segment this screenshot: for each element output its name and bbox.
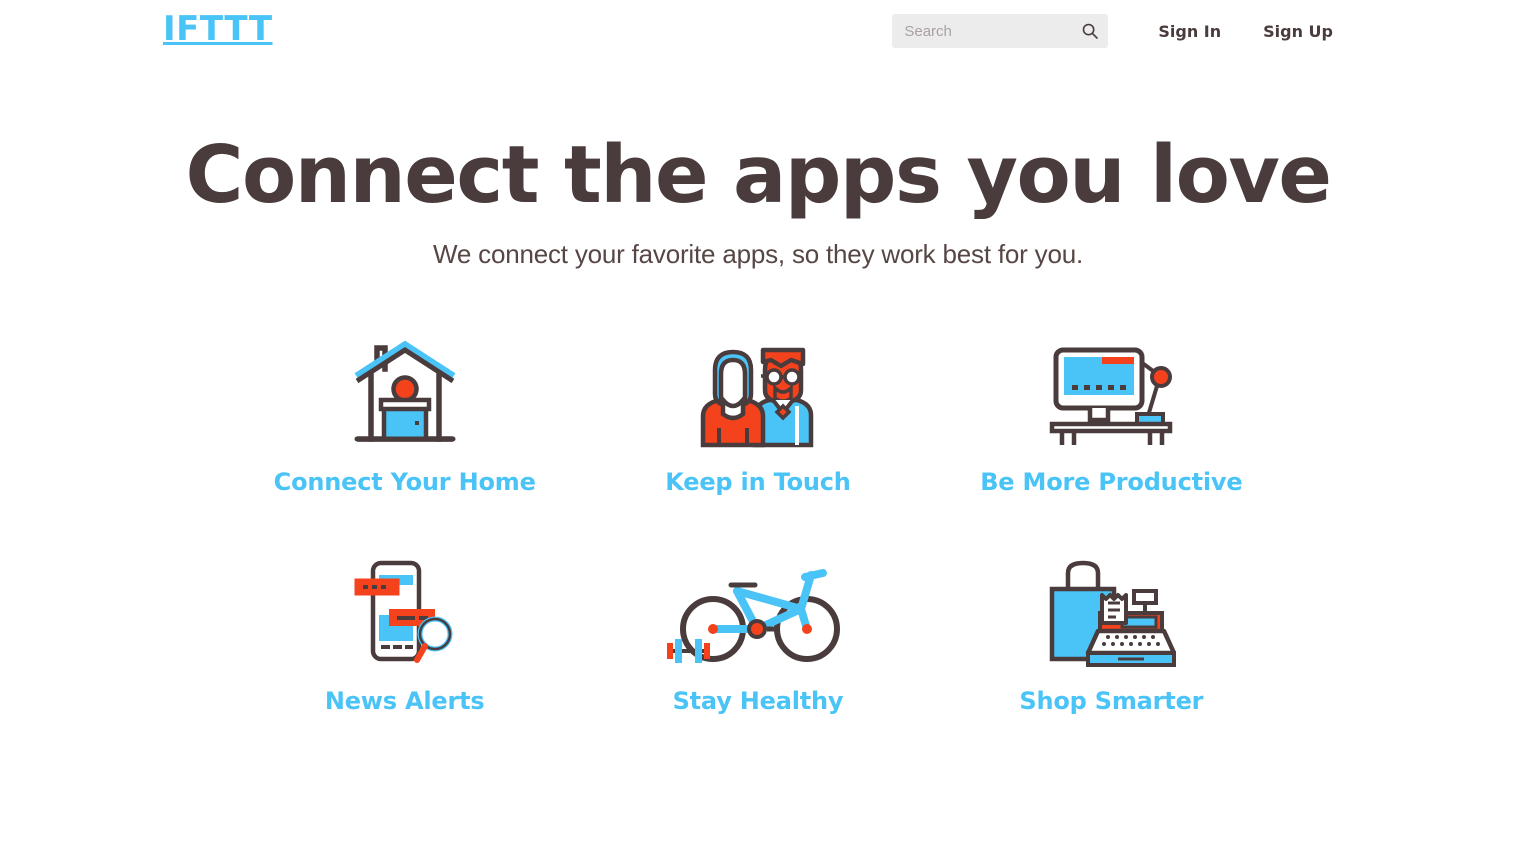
desktop-icon [1048,334,1174,454]
category-card-be-more-productive[interactable]: Be More Productive [935,328,1288,547]
category-label: News Alerts [324,686,485,715]
sign-in-link[interactable]: Sign In [1158,22,1221,41]
site-header: IFTTT Sign In Sign Up [0,0,1516,62]
category-card-shop-smarter[interactable]: Shop Smarter [935,547,1288,766]
sign-up-link[interactable]: Sign Up [1263,22,1333,41]
shopping-register-icon [1046,553,1177,673]
page-subtitle: We connect your favorite apps, so they w… [432,238,1083,269]
category-card-connect-your-home[interactable]: Connect Your Home [228,328,581,547]
header-nav: Sign In Sign Up [892,14,1516,48]
category-grid: Connect Your Home Keep in Touch Be More … [228,328,1288,766]
hero-section: Connect the apps you love We connect you… [0,134,1516,270]
category-label: Stay Healthy [672,686,844,715]
ifttt-logo[interactable]: IFTTT [163,12,273,46]
page-title: Connect the apps you love [185,129,1332,221]
house-icon [349,334,461,454]
category-label: Shop Smarter [1019,686,1204,715]
category-label: Keep in Touch [665,467,851,496]
category-label: Connect Your Home [273,467,536,496]
people-icon [693,334,823,454]
phone-notification-icon [349,553,461,673]
category-card-keep-in-touch[interactable]: Keep in Touch [581,328,934,547]
bicycle-icon [665,553,851,673]
category-card-stay-healthy[interactable]: Stay Healthy [581,547,934,766]
search-input[interactable] [892,14,1109,48]
category-card-news-alerts[interactable]: News Alerts [228,547,581,766]
search-box[interactable] [892,14,1109,48]
category-label: Be More Productive [980,467,1243,496]
